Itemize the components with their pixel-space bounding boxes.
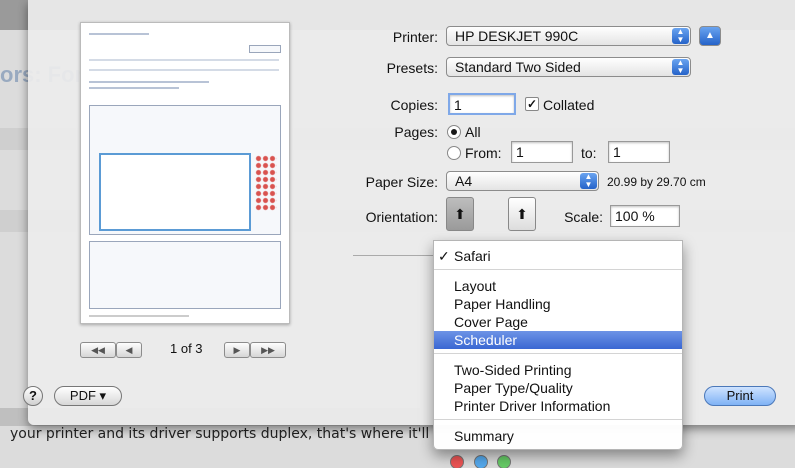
presets-label: Presets: xyxy=(386,60,438,76)
help-button[interactable]: ? xyxy=(23,386,43,406)
smiley-icon xyxy=(450,455,464,468)
presets-popup[interactable]: Standard Two Sided ▲ ▼ xyxy=(446,57,691,77)
menu-item-layout[interactable]: Layout xyxy=(434,277,682,295)
menu-item-label: Two-Sided Printing xyxy=(454,362,572,378)
paper-size-value: A4 xyxy=(455,173,473,189)
menu-item-two-sided-printing[interactable]: Two-Sided Printing xyxy=(434,361,682,379)
first-page-button[interactable]: ◀◀ xyxy=(80,342,116,358)
previous-page-button[interactable]: ◀ xyxy=(116,342,142,358)
pages-to-field[interactable]: 1 xyxy=(608,141,670,163)
printer-popup[interactable]: HP DESKJET 990C ▲ ▼ xyxy=(446,26,691,46)
print-options-menu: ✓ Safari Layout Paper Handling Cover Pag… xyxy=(433,240,683,450)
paper-size-popup[interactable]: A4 ▲ ▼ xyxy=(446,171,599,191)
menu-item-paper-handling[interactable]: Paper Handling xyxy=(434,295,682,313)
menu-separator xyxy=(434,419,682,420)
pages-from-label: From: xyxy=(465,145,502,161)
landscape-orientation-button[interactable]: ⬆︎ xyxy=(508,197,536,231)
pages-label: Pages: xyxy=(394,124,438,140)
presets-value: Standard Two Sided xyxy=(455,59,581,75)
menu-separator xyxy=(434,269,682,270)
divider xyxy=(353,255,433,256)
scale-field[interactable]: 100 % xyxy=(610,205,680,227)
popup-arrows-icon: ▲ ▼ xyxy=(672,59,689,75)
menu-item-label: Printer Driver Information xyxy=(454,398,611,414)
menu-item-label: Layout xyxy=(454,278,497,294)
menu-item-cover-page[interactable]: Cover Page xyxy=(434,313,682,331)
popup-arrows-icon: ▲ ▼ xyxy=(580,173,597,189)
menu-item-label: Scheduler xyxy=(454,332,518,348)
pages-all-label: All xyxy=(465,124,481,140)
last-page-button[interactable]: ▶▶ xyxy=(250,342,286,358)
printer-value: HP DESKJET 990C xyxy=(455,28,579,44)
orientation-label: Orientation: xyxy=(365,209,438,225)
smiley-icon xyxy=(497,455,512,468)
background-smilies xyxy=(450,455,517,468)
paper-size-dimensions: 20.99 by 29.70 cm xyxy=(607,175,706,189)
menu-item-scheduler[interactable]: Scheduler xyxy=(434,331,682,349)
pages-to-label: to: xyxy=(581,145,597,161)
popup-arrows-icon: ▲ ▼ xyxy=(672,28,689,44)
pages-from-radio[interactable] xyxy=(447,146,461,160)
menu-item-printer-driver-information[interactable]: Printer Driver Information xyxy=(434,397,682,415)
menu-item-safari[interactable]: ✓ Safari xyxy=(434,247,682,265)
portrait-icon: ⬆︎ xyxy=(454,206,466,222)
next-page-button[interactable]: ▶ xyxy=(224,342,250,358)
pages-all-radio[interactable] xyxy=(447,125,461,139)
menu-item-label: Summary xyxy=(454,428,514,444)
print-button[interactable]: Print xyxy=(704,386,776,406)
scale-label: Scale: xyxy=(564,209,603,225)
printer-label: Printer: xyxy=(392,29,438,45)
disclosure-triangle-button[interactable]: ▲ xyxy=(699,26,721,46)
collated-checkbox[interactable]: ✓ xyxy=(525,97,539,111)
menu-item-summary[interactable]: Summary xyxy=(434,427,682,445)
checkmark-icon: ✓ xyxy=(438,248,450,264)
landscape-icon: ⬆︎ xyxy=(516,206,528,222)
background-body-text: your printer and its driver supports dup… xyxy=(10,426,430,442)
smiley-icon xyxy=(473,455,488,468)
page-indicator: 1 of 3 xyxy=(170,341,203,356)
menu-item-label: Safari xyxy=(454,248,491,264)
menu-separator xyxy=(434,353,682,354)
paper-size-label: Paper Size: xyxy=(365,174,438,190)
collated-label: Collated xyxy=(543,97,595,113)
copies-field[interactable]: 1 xyxy=(448,93,516,115)
portrait-orientation-button[interactable]: ⬆︎ xyxy=(446,197,474,231)
menu-item-paper-type-quality[interactable]: Paper Type/Quality xyxy=(434,379,682,397)
menu-item-label: Cover Page xyxy=(454,314,528,330)
pages-from-field[interactable]: 1 xyxy=(511,141,573,163)
menu-item-label: Paper Handling xyxy=(454,296,551,312)
menu-item-label: Paper Type/Quality xyxy=(454,380,573,396)
pdf-button[interactable]: PDF ▾ xyxy=(54,386,122,406)
print-preview-page xyxy=(80,22,290,324)
copies-label: Copies: xyxy=(390,97,438,113)
